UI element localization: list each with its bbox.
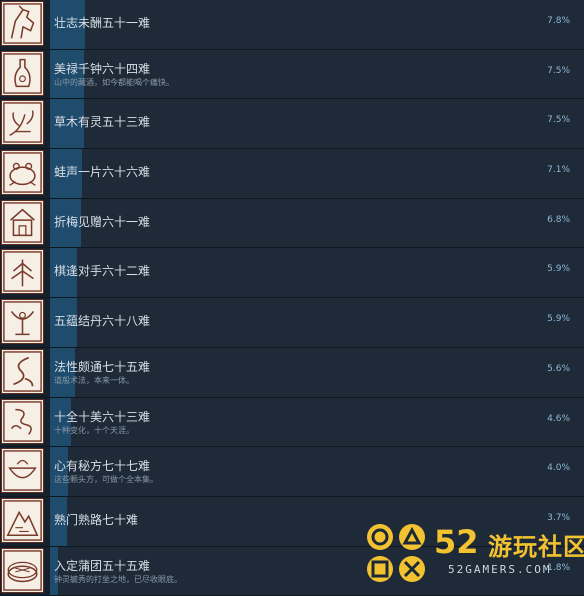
achievement-content: 蛙声一片六十六难 7.1% (50, 149, 584, 198)
achievement-title: 五蕴结丹六十八难 (54, 314, 151, 329)
achievement-row[interactable]: 棋逢对手六十二难 5.9% (0, 248, 584, 299)
achievement-content: 棋逢对手六十二难 5.9% (50, 248, 584, 298)
achievement-content: 美禄千钟六十四难 山中的藏酒，如今都能喝个痛快。 7.5% (50, 49, 584, 99)
watermark-number: 52 (434, 523, 479, 561)
frog-icon (1, 150, 44, 196)
achievement-percent: 6.8% (547, 214, 570, 225)
achievement-percent: 5.6% (547, 363, 570, 374)
achievement-content: 法性颇通七十五难 道般术法，本来一体。 5.6% (50, 347, 584, 397)
elixir-icon (1, 299, 44, 345)
achievement-title: 蛙声一片六十六难 (54, 165, 151, 180)
mountain-icon (1, 497, 44, 543)
achievement-description: 道般术法，本来一体。 (54, 375, 134, 385)
achievement-list: 壮志未酬五十一难 7.8% 美禄千钟六十四难 山中的藏酒，如今都能喝个痛快。 7… (0, 0, 584, 596)
cloud-swirl-icon (1, 398, 44, 444)
achievement-content: 壮志未酬五十一难 7.8% (50, 0, 584, 49)
achievement-percent: 5.9% (547, 314, 570, 325)
achievement-description: 十种变化，十个天涯。 (54, 425, 134, 435)
achievement-row[interactable]: 十全十美六十三难 十种变化，十个天涯。 4.6% (0, 397, 584, 448)
achievement-content: 折梅见赠六十一难 6.8% (50, 198, 584, 248)
achievement-percent: 5.9% (547, 264, 570, 275)
achievement-title: 棋逢对手六十二难 (54, 264, 151, 279)
achievement-content: 十全十美六十三难 十种变化，十个天涯。 4.6% (50, 397, 584, 447)
achievement-description: 这些颗头方，可做个全本集。 (54, 475, 158, 485)
achievement-row[interactable]: 折梅见赠六十一难 6.8% (0, 198, 584, 249)
plant-spirit-icon (1, 100, 44, 146)
achievement-title: 心有秘方七十七难 (54, 459, 151, 474)
wine-vase-icon (1, 50, 44, 96)
achievement-row[interactable]: 蛙声一片六十六难 7.1% (0, 149, 584, 199)
achievement-percent: 4.6% (547, 413, 570, 424)
achievement-row[interactable]: 美禄千钟六十四难 山中的藏酒，如今都能喝个痛快。 7.5% (0, 49, 584, 100)
achievement-description: 山中的藏酒，如今都能喝个痛快。 (54, 77, 174, 87)
achievement-percent: 7.5% (547, 115, 570, 126)
achievement-title: 熟门熟路七十难 (54, 512, 139, 527)
achievement-row[interactable]: 壮志未酬五十一难 7.8% (0, 0, 584, 50)
achievement-row[interactable]: 草木有灵五十三难 7.5% (0, 99, 584, 150)
achievement-title: 入定蒲团五十五难 (54, 558, 151, 573)
achievement-percent: 4.0% (547, 463, 570, 474)
cushion-icon (1, 547, 44, 593)
achievement-content: 心有秘方七十七难 这些颗头方，可做个全本集。 4.0% (50, 447, 584, 496)
achievement-percent: 7.1% (547, 165, 570, 176)
achievement-row[interactable]: 五蕴结丹六十八难 5.9% (0, 298, 584, 348)
horse-icon (1, 1, 44, 46)
achievement-title: 十全十美六十三难 (54, 409, 151, 424)
achievement-row[interactable]: 心有秘方七十七难 这些颗头方，可做个全本集。 4.0% (0, 447, 584, 497)
gamepad-buttons-logo-icon (367, 524, 425, 582)
watermark-site-name: 游玩社区 (488, 533, 584, 561)
achievement-title: 法性颇通七十五难 (54, 359, 151, 374)
achievement-content: 草木有灵五十三难 7.5% (50, 99, 584, 149)
house-icon (1, 199, 44, 245)
achievement-title: 壮志未酬五十一难 (54, 16, 151, 30)
gourd-bowl-icon (1, 448, 44, 494)
achievement-content: 五蕴结丹六十八难 5.9% (50, 298, 584, 347)
achievement-description: 钟灵毓秀的打坐之地，已尽收眼底。 (54, 574, 182, 584)
achievement-title: 美禄千钟六十四难 (54, 61, 151, 76)
achievement-row[interactable]: 法性颇通七十五难 道般术法，本来一体。 5.6% (0, 347, 584, 398)
watermark-site-url: 52GAMERS.COM (448, 563, 552, 576)
achievement-percent: 7.5% (547, 65, 570, 76)
pine-tree-icon (1, 249, 44, 295)
achievement-percent: 7.8% (547, 16, 570, 26)
flame-swirl-icon (1, 348, 44, 394)
achievement-title: 折梅见赠六十一难 (54, 214, 151, 229)
achievement-title: 草木有灵五十三难 (54, 115, 151, 130)
site-watermark: 52 游玩社区 52GAMERS.COM (362, 515, 584, 591)
